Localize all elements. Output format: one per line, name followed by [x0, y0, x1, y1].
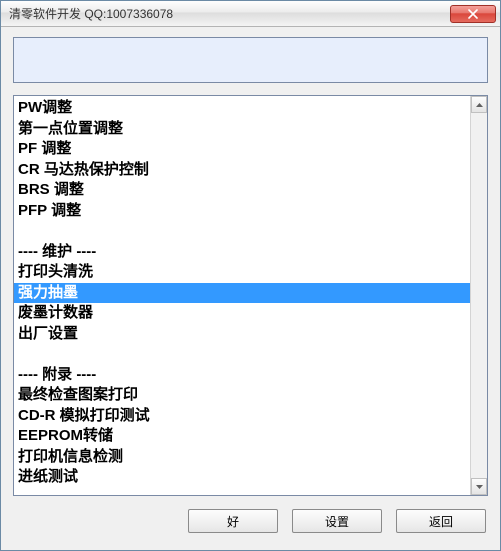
list-item[interactable]: PW调整 [14, 98, 470, 119]
list-item[interactable]: 废墨计数器 [14, 303, 470, 324]
list-item[interactable]: CR 马达热保护控制 [14, 160, 470, 181]
button-row: 好 设置 返回 [13, 504, 488, 538]
list-container: PW调整第一点位置调整PF 调整CR 马达热保护控制BRS 调整PFP 调整 --… [13, 95, 488, 496]
list-item[interactable]: 打印机信息检测 [14, 447, 470, 468]
client-area: PW调整第一点位置调整PF 调整CR 马达热保护控制BRS 调整PFP 调整 --… [1, 27, 500, 550]
info-panel [13, 37, 488, 83]
chevron-down-icon [476, 485, 483, 489]
list-item[interactable]: ---- 维护 ---- [14, 242, 470, 263]
list-item[interactable] [14, 344, 470, 365]
list-item[interactable]: EEPROM转储 [14, 426, 470, 447]
list-item[interactable]: 强力抽墨 [14, 283, 470, 304]
list-item[interactable]: 进纸测试 [14, 467, 470, 488]
scroll-down-button[interactable] [471, 478, 487, 495]
settings-button[interactable]: 设置 [292, 509, 382, 533]
list-item[interactable]: 打印头清洗 [14, 262, 470, 283]
titlebar: 清零软件开发 QQ:1007336078 [1, 1, 500, 27]
close-button[interactable] [450, 5, 496, 23]
ok-button[interactable]: 好 [188, 509, 278, 533]
list-item[interactable] [14, 221, 470, 242]
list-item[interactable]: CD-R 模拟打印测试 [14, 406, 470, 427]
window-title: 清零软件开发 QQ:1007336078 [9, 5, 450, 22]
close-icon [468, 9, 478, 19]
vertical-scrollbar[interactable] [470, 96, 487, 495]
list-item[interactable]: 出厂设置 [14, 324, 470, 345]
scroll-up-button[interactable] [471, 96, 487, 113]
list-item[interactable]: PF 调整 [14, 139, 470, 160]
chevron-up-icon [476, 103, 483, 107]
listbox[interactable]: PW调整第一点位置调整PF 调整CR 马达热保护控制BRS 调整PFP 调整 --… [14, 96, 470, 495]
back-button[interactable]: 返回 [396, 509, 486, 533]
list-item[interactable]: 第一点位置调整 [14, 119, 470, 140]
app-window: 清零软件开发 QQ:1007336078 PW调整第一点位置调整PF 调整CR … [0, 0, 501, 551]
list-item[interactable]: BRS 调整 [14, 180, 470, 201]
list-item[interactable]: 最终检查图案打印 [14, 385, 470, 406]
list-item[interactable]: PFP 调整 [14, 201, 470, 222]
scroll-track[interactable] [471, 113, 487, 478]
list-item[interactable]: ---- 附录 ---- [14, 365, 470, 386]
